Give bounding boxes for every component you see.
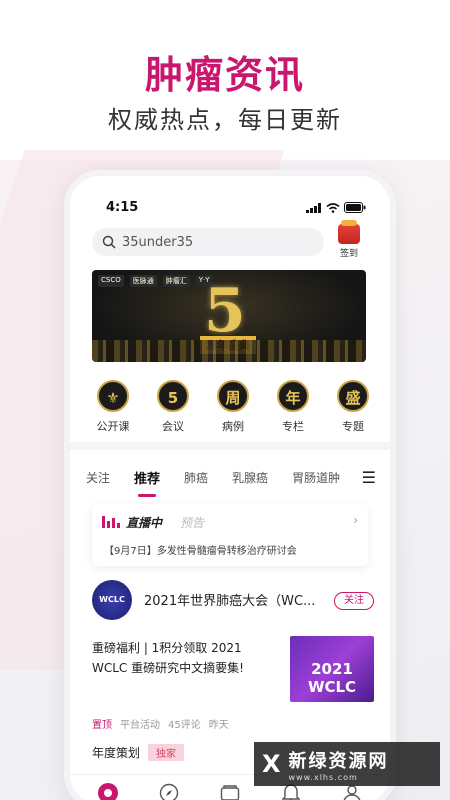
quick-link-column[interactable]: 年 专栏 <box>268 380 318 434</box>
topic-avatar: WCLC <box>92 580 132 620</box>
preview-label[interactable]: 预告 <box>180 514 204 531</box>
search-placeholder: 35under35 <box>122 234 194 250</box>
chevron-right-icon[interactable]: › <box>353 513 358 527</box>
meeting-icon: 5 <box>157 380 189 412</box>
article-meta: 置顶 平台活动 45评论 昨天 <box>92 716 229 731</box>
quick-link-label: 会议 <box>162 420 184 433</box>
phone-frame: 4:15 35under35 签到 CSCO 医脉通 肿瘤汇 Y·Y 5 ⚜ 公… <box>64 170 396 800</box>
quick-link-label: 专题 <box>342 420 364 433</box>
tab-breast-cancer[interactable]: 乳腺癌 <box>232 469 268 486</box>
section-divider <box>70 442 390 450</box>
live-bars-icon <box>102 516 120 528</box>
section-title: 年度策划 <box>92 746 141 760</box>
exclusive-tag: 独家 <box>148 744 185 761</box>
watermark-url: www.xlhs.com <box>288 772 358 782</box>
gift-icon <box>338 220 360 244</box>
wifi-icon <box>326 202 340 213</box>
topic-row[interactable]: WCLC 2021年世界肺癌大会（WC... 关注 <box>92 580 376 620</box>
category-tabs: 关注 推荐 肺癌 乳腺癌 胃肠道肿 ☰ <box>70 460 390 497</box>
follow-button[interactable]: 关注 <box>334 592 374 610</box>
article-card[interactable]: 重磅福利 | 1积分领取 2021 WCLC 重磅研究中文摘要集! 2021 W… <box>92 636 376 708</box>
article-thumbnail[interactable]: 2021 WCLC <box>290 636 374 702</box>
quick-link-meeting[interactable]: 5 会议 <box>148 380 198 434</box>
article-comments: 45评论 <box>168 720 201 731</box>
tab-lung-cancer[interactable]: 肺癌 <box>184 469 208 486</box>
compass-icon[interactable] <box>158 782 180 800</box>
open-course-icon: ⚜ <box>97 380 129 412</box>
promo-subline: 权威热点，每日更新 <box>108 106 342 134</box>
topic-title[interactable]: 2021年世界肺癌大会（WC... <box>144 590 315 609</box>
quick-link-label: 公开课 <box>96 420 130 433</box>
search-icon <box>102 235 116 249</box>
banner-logo: 医脉通 <box>129 275 157 287</box>
signal-icon <box>306 202 321 213</box>
tabs-fade <box>342 460 362 494</box>
quick-links: ⚜ 公开课 5 会议 周 病例 年 专栏 盛 专题 <box>88 380 378 434</box>
promo-banner[interactable]: CSCO 医脉通 肿瘤汇 Y·Y 5 周年盛典 <box>92 270 366 362</box>
tab-follow[interactable]: 关注 <box>86 469 110 486</box>
live-label: 直播中 <box>126 515 163 530</box>
watermark-logo: X <box>262 750 281 778</box>
banner-logo: CSCO <box>98 275 124 287</box>
watermark-text: 新绿资源网 www.xlhs.com <box>289 747 389 782</box>
status-icons <box>306 202 366 213</box>
home-icon[interactable] <box>97 782 119 800</box>
signin-label: 签到 <box>339 249 358 259</box>
quick-link-case[interactable]: 周 病例 <box>208 380 258 434</box>
live-card[interactable]: 直播中 预告 › 【9月7日】多发性骨髓瘤骨转移治疗研讨会 <box>92 504 368 566</box>
column-icon: 年 <box>277 380 309 412</box>
menu-icon[interactable]: ☰ <box>362 468 376 487</box>
live-card-header: 直播中 预告 › <box>102 512 358 532</box>
quick-link-topic[interactable]: 盛 专题 <box>328 380 378 434</box>
article-title[interactable]: 重磅福利 | 1积分领取 2021 WCLC 重磅研究中文摘要集! <box>92 638 268 678</box>
quick-link-label: 病例 <box>222 420 244 433</box>
signin-button[interactable]: 签到 <box>334 220 364 259</box>
watermark-title: 新绿资源网 <box>288 750 389 772</box>
promo-headline: 肿瘤资讯 <box>144 53 305 97</box>
site-watermark: X 新绿资源网 www.xlhs.com <box>254 742 440 786</box>
banner-skyline <box>92 340 366 362</box>
tab-recommend[interactable]: 推荐 <box>134 468 160 497</box>
article-time: 昨天 <box>208 720 229 731</box>
case-icon: 周 <box>217 380 249 412</box>
banner-logo: 肿瘤汇 <box>162 275 190 287</box>
section-header: 年度策划 独家 <box>92 744 185 761</box>
quick-link-label: 专栏 <box>282 420 304 433</box>
battery-icon <box>344 202 366 213</box>
live-info[interactable]: 【9月7日】多发性骨髓瘤骨转移治疗研讨会 <box>104 542 297 557</box>
banner-logos: CSCO 医脉通 肿瘤汇 Y·Y <box>98 275 213 287</box>
pinned-badge: 置顶 <box>92 720 112 731</box>
topic-icon: 盛 <box>337 380 369 412</box>
folder-icon[interactable] <box>219 782 241 800</box>
status-bar: 4:15 <box>100 200 366 218</box>
quick-link-open-course[interactable]: ⚜ 公开课 <box>88 380 138 434</box>
article-source: 平台活动 <box>120 720 160 731</box>
search-input[interactable]: 35under35 <box>92 228 324 256</box>
status-time: 4:15 <box>106 200 139 215</box>
tab-gi-tumor[interactable]: 胃肠道肿 <box>292 469 340 486</box>
